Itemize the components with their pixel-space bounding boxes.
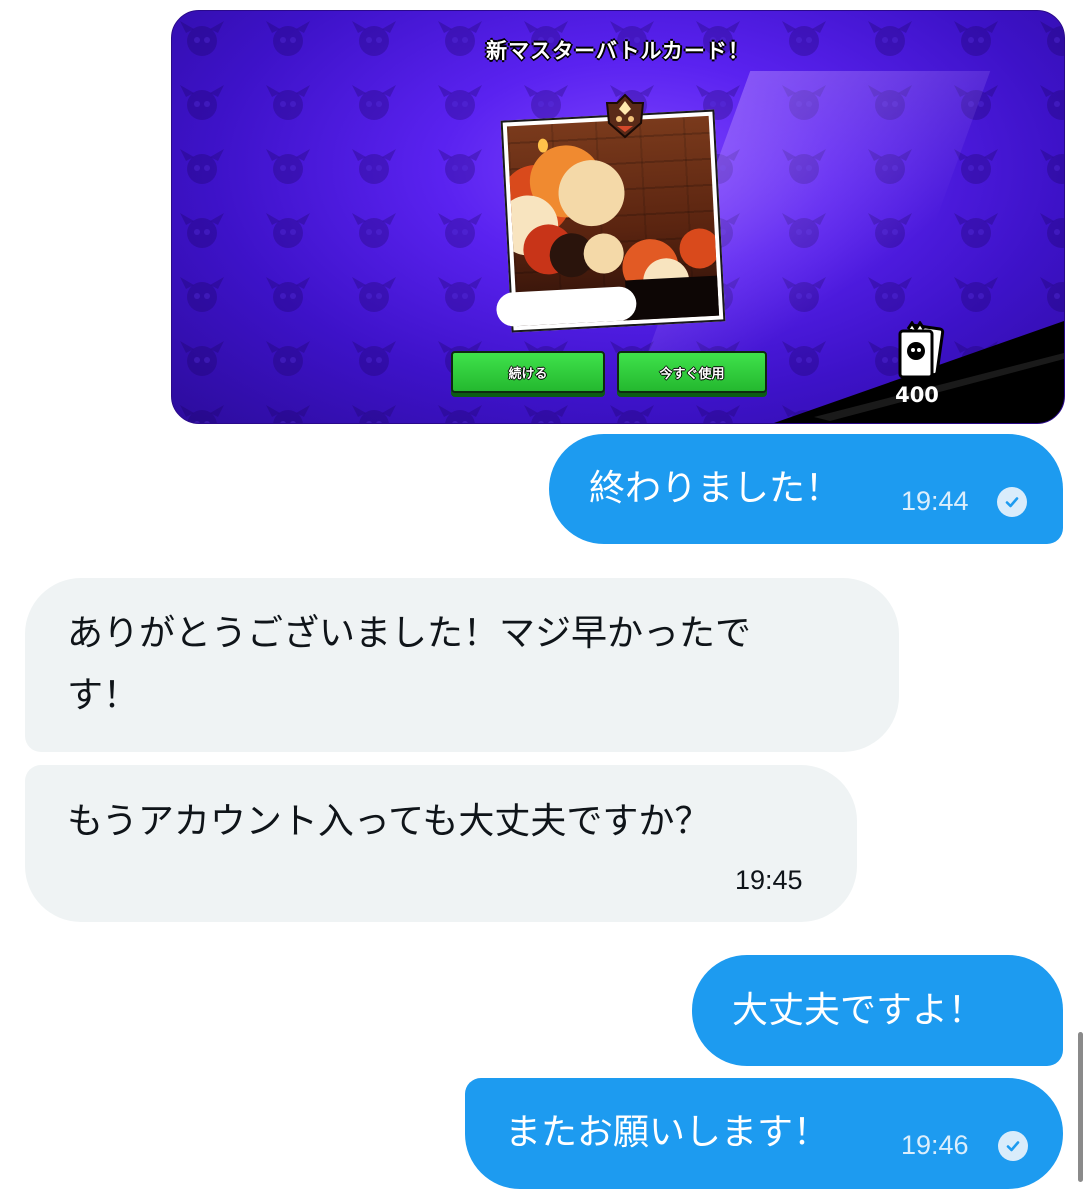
redaction-blur — [495, 285, 638, 328]
shared-image-message[interactable]: 新マスターバトルカード！ 続ける 今すぐ使用 400 — [171, 10, 1065, 424]
message-text: 終わりました！ — [589, 468, 842, 509]
scrollbar[interactable] — [1078, 1032, 1083, 1182]
incoming-message-bubble[interactable]: もうアカウント入っても大丈夫ですか？ 19:45 — [25, 765, 857, 922]
crest-icon — [605, 93, 645, 139]
badge-count: 400 — [895, 383, 939, 407]
continue-button[interactable]: 続ける — [451, 351, 605, 393]
battle-card-badge-icon — [898, 321, 945, 379]
use-now-button[interactable]: 今すぐ使用 — [617, 351, 767, 393]
message-text-line-2: す！ — [67, 675, 140, 716]
message-timestamp: 19:46 — [901, 1130, 969, 1160]
message-text: もうアカウント入っても大丈夫ですか？ — [67, 801, 711, 842]
outgoing-message-bubble[interactable]: またお願いします！ 19:46 — [465, 1078, 1063, 1189]
read-check-icon — [997, 487, 1027, 517]
message-text: またお願いします！ — [505, 1112, 830, 1153]
outgoing-message-bubble[interactable]: 終わりました！ 19:44 — [549, 434, 1063, 544]
read-check-icon — [998, 1131, 1028, 1161]
battle-card — [495, 109, 726, 333]
message-timestamp: 19:45 — [735, 865, 803, 895]
outgoing-message-bubble[interactable]: 大丈夫ですよ！ — [692, 955, 1063, 1066]
game-card-title: 新マスターバトルカード！ — [486, 39, 750, 63]
message-text: 大丈夫ですよ！ — [732, 990, 985, 1031]
message-text-line-1: ありがとうございました！マジ早かったで — [67, 613, 752, 654]
message-timestamp: 19:44 — [901, 486, 969, 516]
incoming-message-bubble[interactable]: ありがとうございました！マジ早かったで す！ — [25, 578, 899, 752]
